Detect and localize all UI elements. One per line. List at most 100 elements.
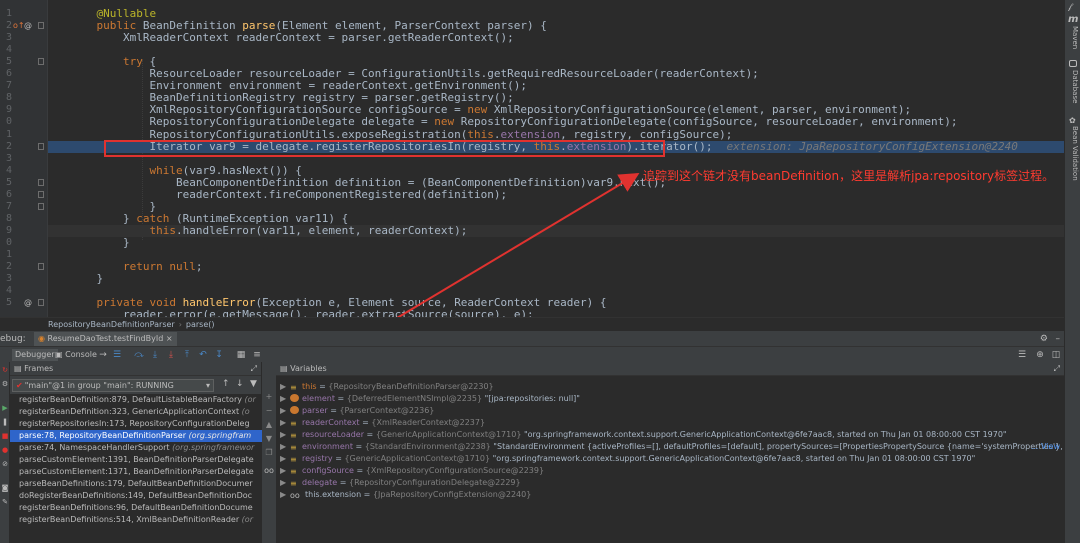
debug-session-tab[interactable]: ◉ ResumeDaoTest.testFindById × bbox=[34, 332, 177, 346]
frame-row[interactable]: parse:74, NamespaceHandlerSupport (org.s… bbox=[10, 442, 262, 454]
pause-icon[interactable]: ❚ bbox=[1, 418, 9, 426]
arrow-up-icon[interactable]: ▲ bbox=[264, 420, 274, 430]
breadcrumb[interactable]: RepositoryBeanDefinitionParser › parse() bbox=[0, 317, 1064, 330]
more-icon[interactable]: → bbox=[97, 349, 109, 361]
expand-arrow-icon[interactable]: ▶ bbox=[280, 465, 290, 477]
show-execution-point-icon[interactable]: ☰ bbox=[111, 349, 123, 361]
trace-icon[interactable]: ≡ bbox=[251, 349, 263, 361]
frame-row[interactable]: parseBeanDefinitions:179, DefaultBeanDef… bbox=[10, 478, 262, 490]
frame-row[interactable]: registerBeanDefinition:879, DefaultLista… bbox=[10, 394, 262, 406]
frame-row-selected[interactable]: parse:78, RepositoryBeanDefinitionParser… bbox=[10, 430, 262, 442]
code-line[interactable]: return null; bbox=[48, 261, 1064, 273]
expand-arrow-icon[interactable]: ▶ bbox=[280, 441, 290, 453]
line-number[interactable]: 2 bbox=[0, 141, 12, 153]
line-number[interactable]: 0 bbox=[0, 116, 12, 128]
tool-maven[interactable]: Maven bbox=[1067, 26, 1079, 49]
annotation-icon[interactable]: @ bbox=[24, 21, 32, 31]
ant-icon[interactable]: 𝒻 bbox=[1068, 2, 1072, 12]
expand-arrow-icon[interactable]: ▶ bbox=[280, 405, 290, 417]
frame-list[interactable]: registerBeanDefinition:879, DefaultLista… bbox=[10, 394, 262, 543]
add-icon[interactable]: + bbox=[264, 392, 274, 402]
gear-icon[interactable]: ⚙ bbox=[1040, 331, 1048, 347]
breadcrumb-class[interactable]: RepositoryBeanDefinitionParser bbox=[48, 320, 175, 329]
line-number[interactable]: 5 bbox=[0, 56, 12, 68]
line-number[interactable]: 6 bbox=[0, 68, 12, 80]
evaluate-icon[interactable]: ▦ bbox=[235, 349, 247, 361]
fold-marker-icon[interactable] bbox=[38, 263, 44, 271]
line-number[interactable]: 8 bbox=[0, 213, 12, 225]
line-number[interactable]: 3 bbox=[0, 32, 12, 44]
camera-icon[interactable]: ◙ bbox=[1, 484, 9, 492]
code-line[interactable]: } bbox=[48, 273, 1064, 285]
tool-database[interactable]: Database bbox=[1067, 70, 1079, 103]
maven-icon[interactable]: m bbox=[1068, 14, 1078, 25]
rerun-icon[interactable]: ↻ bbox=[1, 366, 9, 374]
line-number[interactable]: 3 bbox=[0, 273, 12, 285]
frame-row[interactable]: registerBeanDefinitions:96, DefaultBeanD… bbox=[10, 502, 262, 514]
resume-icon[interactable]: ▶ bbox=[1, 404, 9, 412]
line-number[interactable]: 9 bbox=[0, 225, 12, 237]
fold-marker-icon[interactable] bbox=[38, 142, 44, 150]
run-to-cursor-icon[interactable]: ↧ bbox=[213, 349, 225, 361]
restore-icon[interactable]: ◫ bbox=[1050, 349, 1062, 361]
frame-row[interactable]: registerBeanDefinition:323, GenericAppli… bbox=[10, 406, 262, 418]
override-icon[interactable]: o↑ bbox=[13, 21, 25, 31]
code-line[interactable] bbox=[48, 44, 1064, 56]
variable-row[interactable]: ▶ element = {DeferredElementNSImpl@2235} … bbox=[276, 393, 1064, 405]
tool-bean-validation[interactable]: Bean Validation bbox=[1067, 126, 1079, 181]
line-number[interactable]: 8 bbox=[0, 92, 12, 104]
variable-row[interactable]: ▶ ≡ resourceLoader = {GenericApplicationCo… bbox=[276, 429, 1064, 441]
fold-marker-icon[interactable] bbox=[38, 22, 44, 30]
frame-row[interactable]: doRegisterBeanDefinitions:149, DefaultBe… bbox=[10, 490, 262, 502]
variable-row[interactable]: ▶ ≡ readerContext = {XmlReaderContext@2237… bbox=[276, 417, 1064, 429]
breadcrumb-method[interactable]: parse() bbox=[186, 320, 215, 329]
arrow-down-icon[interactable]: ▼ bbox=[264, 434, 274, 444]
line-number[interactable]: 2 bbox=[0, 261, 12, 273]
code-line[interactable]: this.handleError(var11, element, readerC… bbox=[48, 224, 1064, 237]
copy-icon[interactable]: ❐ bbox=[264, 448, 274, 458]
expand-arrow-icon[interactable]: ▶ bbox=[280, 477, 290, 489]
mute-breakpoints-icon[interactable]: ⊘ bbox=[1, 460, 9, 468]
glasses-icon[interactable]: oo bbox=[264, 466, 274, 476]
remove-icon[interactable]: − bbox=[264, 406, 274, 416]
code-line[interactable]: } bbox=[48, 236, 1064, 249]
fold-marker-icon[interactable] bbox=[38, 202, 44, 210]
force-step-into-icon[interactable]: ⤓ bbox=[165, 349, 177, 361]
expand-arrow-icon[interactable]: ▶ bbox=[280, 453, 290, 465]
code-line[interactable]: readerContext.fireComponentRegistered(de… bbox=[48, 188, 1064, 201]
step-over-icon[interactable]: ⤼ bbox=[133, 349, 145, 361]
hide-icon[interactable]: – bbox=[1056, 331, 1061, 347]
line-number[interactable]: 1 bbox=[0, 129, 12, 141]
variable-list[interactable]: ▶ ≡ this = {RepositoryBeanDefinitionParser… bbox=[276, 376, 1064, 501]
variable-row[interactable]: ▶ ≡ delegate = {RepositoryConfigurationDel… bbox=[276, 477, 1064, 489]
step-into-icon[interactable]: ⤓ bbox=[149, 349, 161, 361]
expand-arrow-icon[interactable]: ▶ bbox=[280, 393, 290, 405]
step-out-icon[interactable]: ⤒ bbox=[181, 349, 193, 361]
line-number[interactable]: 2 bbox=[0, 20, 12, 32]
frame-row[interactable]: registerBeanDefinitions:514, XmlBeanDefi… bbox=[10, 514, 262, 526]
line-number[interactable]: 5 bbox=[0, 297, 12, 309]
drop-frame-icon[interactable]: ↶ bbox=[197, 349, 209, 361]
line-number[interactable]: 7 bbox=[0, 201, 12, 213]
code-area[interactable]: @Nullable public BeanDefinition parse(El… bbox=[48, 0, 1064, 321]
arrow-down-icon[interactable]: ↓ bbox=[236, 379, 244, 389]
fold-marker-icon[interactable] bbox=[38, 190, 44, 198]
code-editor[interactable]: 1 2 3 4 5 6 7 8 9 0 1 2 3 4 5 6 7 8 9 0 1 2 3 4 5 o↑ @ @ @Nullable … bbox=[0, 0, 1064, 321]
editor-gutter[interactable]: 1 2 3 4 5 6 7 8 9 0 1 2 3 4 5 6 7 8 9 0 1 2 3 4 5 o↑ @ @ bbox=[0, 0, 48, 317]
frame-row[interactable]: parseCustomElement:1371, BeanDefinitionP… bbox=[10, 466, 262, 478]
line-number[interactable]: 4 bbox=[0, 44, 12, 56]
thread-selector[interactable]: ✔ "main"@1 in group "main": RUNNING ▾ bbox=[12, 379, 214, 392]
layout-icon[interactable]: ☰ bbox=[1016, 349, 1028, 361]
stop-icon[interactable]: ■ bbox=[1, 432, 9, 440]
fold-marker-icon[interactable] bbox=[38, 58, 44, 66]
annotation-icon[interactable]: @ bbox=[24, 298, 32, 308]
line-number[interactable]: 0 bbox=[0, 237, 12, 249]
line-number[interactable]: 1 bbox=[0, 249, 12, 261]
restore-icon[interactable]: ⤢ bbox=[1054, 362, 1060, 376]
database-icon[interactable] bbox=[1069, 60, 1077, 67]
expand-arrow-icon[interactable]: ▶ bbox=[280, 381, 290, 393]
frame-row[interactable]: registerRepositoriesIn:173, RepositoryCo… bbox=[10, 418, 262, 430]
arrow-up-icon[interactable]: ↑ bbox=[222, 379, 230, 389]
restore-icon[interactable]: ⤢ bbox=[251, 362, 257, 376]
expand-arrow-icon[interactable]: ▶ bbox=[280, 489, 290, 501]
